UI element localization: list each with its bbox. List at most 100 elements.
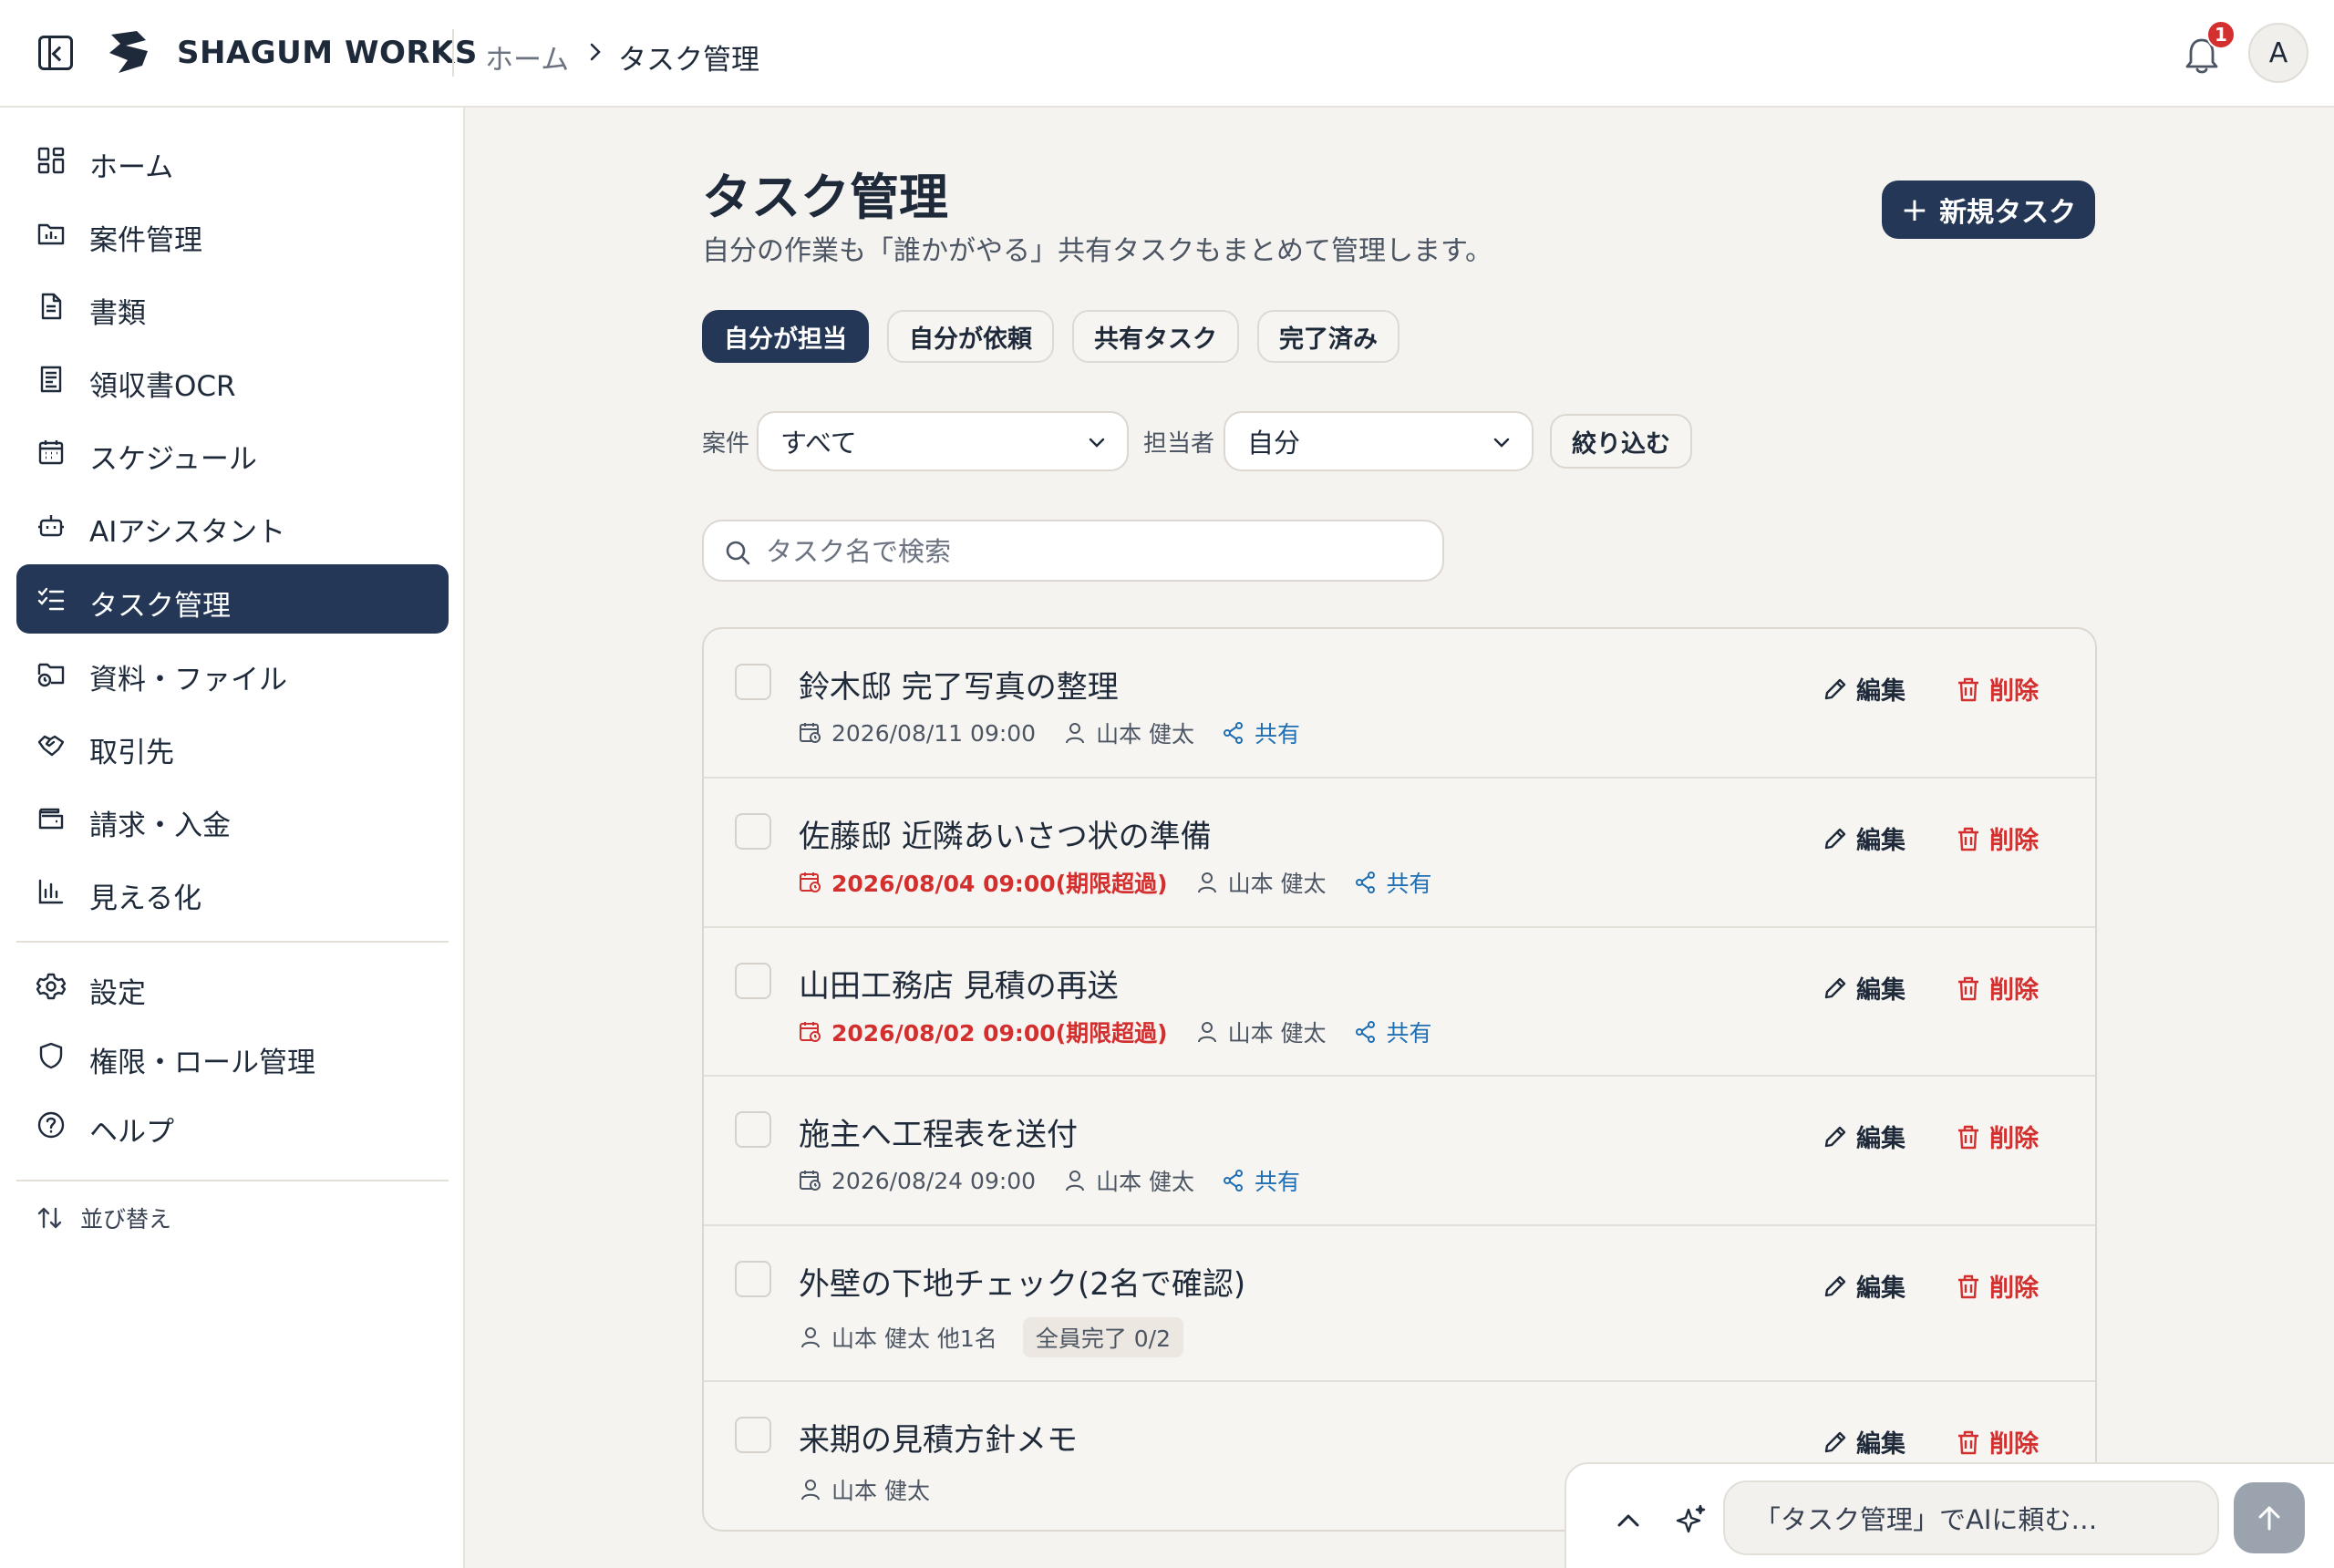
sidebar-item-projects[interactable]: 案件管理 (16, 199, 449, 268)
sidebar-item-schedule[interactable]: スケジュール (16, 418, 449, 487)
delete-button[interactable]: 削除 (1955, 1119, 2039, 1154)
trash-icon (1958, 1274, 1978, 1298)
task-list: 鈴木邸 完了写真の整理 2026/08/11 09:00 山本 健太 共有 編集… (702, 627, 2097, 1532)
sidebar-item-analytics[interactable]: 見える化 (16, 857, 449, 926)
sidebar-item-files[interactable]: 資料・ファイル (16, 638, 449, 707)
wallet-icon (38, 808, 64, 830)
task-shared-badge[interactable]: 共有 (1387, 866, 1432, 899)
sidebar-divider (16, 941, 449, 943)
edit-button[interactable]: 編集 (1822, 820, 1905, 856)
share-icon (1224, 722, 1244, 744)
ai-prompt-input[interactable]: 「タスク管理」でAIに頼む… (1723, 1480, 2219, 1555)
delete-button[interactable]: 削除 (1955, 1424, 2039, 1460)
pencil-icon (1824, 1431, 1846, 1452)
task-title[interactable]: 山田工務店 見積の再送 (799, 961, 1119, 1006)
delete-label: 削除 (1989, 677, 2039, 706)
delete-button[interactable]: 削除 (1955, 970, 2039, 1006)
task-meta: 2026/08/24 09:00 山本 健太 共有 (799, 1164, 1300, 1197)
pencil-icon (1824, 828, 1846, 849)
edit-label: 編集 (1856, 976, 1905, 1005)
task-title[interactable]: 施主へ工程表を送付 (799, 1109, 1078, 1154)
breadcrumb-current: タスク管理 (618, 44, 759, 77)
pencil-icon (1824, 678, 1846, 699)
apply-filter-button[interactable]: 絞り込む (1550, 414, 1692, 469)
shield-icon (39, 1042, 63, 1069)
sidebar-item-clients[interactable]: 取引先 (16, 711, 449, 780)
sidebar-item-tasks[interactable]: タスク管理 (16, 564, 449, 634)
sidebar-item-label: 見える化 (89, 882, 202, 915)
sidebar-item-documents[interactable]: 書類 (16, 272, 449, 341)
completion-badge: 全員完了 0/2 (1022, 1317, 1183, 1357)
tab-shared-tasks[interactable]: 共有タスク (1072, 310, 1239, 363)
task-meta: 2026/08/11 09:00 山本 健太 共有 (799, 717, 1300, 749)
task-assignee: 山本 健太 他1名 (831, 1326, 997, 1352)
sidebar-item-label: ホーム (89, 151, 174, 184)
tab-requested-by-me[interactable]: 自分が依頼 (887, 310, 1054, 363)
task-checkbox[interactable] (735, 963, 771, 999)
calendar-icon (38, 440, 64, 465)
brand-name[interactable]: SHAGUM WORKS (177, 35, 478, 71)
plus-icon: + (1900, 191, 1929, 229)
user-icon (1197, 1022, 1216, 1043)
delete-button[interactable]: 削除 (1955, 671, 2039, 707)
chevron-up-icon[interactable] (1614, 1506, 1643, 1535)
sort-button[interactable]: 並び替え (36, 1202, 171, 1234)
project-select[interactable]: すべて (757, 411, 1129, 471)
header-divider (452, 29, 454, 77)
new-task-button[interactable]: + 新規タスク (1882, 181, 2095, 239)
row-actions: 編集 削除 (1822, 970, 2039, 1006)
handshake-icon (37, 735, 65, 757)
sidebar-item-receipt-ocr[interactable]: 領収書OCR (16, 345, 449, 414)
calendar-clock-icon (800, 872, 821, 892)
sidebar-item-label: 権限・ロール管理 (89, 1047, 315, 1079)
tab-assigned-to-me[interactable]: 自分が担当 (702, 310, 869, 363)
task-checkbox[interactable] (735, 664, 771, 700)
sidebar-item-label: 取引先 (89, 737, 174, 769)
search-input[interactable] (766, 531, 1422, 573)
user-icon (1197, 872, 1216, 893)
sidebar-item-permissions[interactable]: 権限・ロール管理 (16, 1021, 449, 1090)
task-checkbox[interactable] (735, 1111, 771, 1148)
trash-icon (1958, 1125, 1978, 1149)
share-icon (1355, 872, 1375, 893)
edit-button[interactable]: 編集 (1822, 671, 1905, 707)
edit-button[interactable]: 編集 (1822, 1268, 1905, 1304)
edit-label: 編集 (1856, 1125, 1905, 1153)
task-shared-badge[interactable]: 共有 (1255, 1164, 1300, 1197)
sidebar-item-label: タスク管理 (89, 590, 231, 623)
breadcrumb-home[interactable]: ホーム (485, 36, 569, 77)
sidebar-item-home[interactable]: ホーム (16, 126, 449, 195)
document-icon (41, 293, 62, 320)
task-shared-badge[interactable]: 共有 (1255, 717, 1300, 749)
tab-completed[interactable]: 完了済み (1257, 310, 1399, 363)
task-title[interactable]: 来期の見積方針メモ (799, 1415, 1078, 1460)
task-due: 2026/08/04 09:00(期限超過) (831, 871, 1168, 897)
sidebar-item-ai-assistant[interactable]: AIアシスタント (16, 490, 449, 560)
checklist-icon (37, 587, 65, 611)
delete-button[interactable]: 削除 (1955, 820, 2039, 856)
edit-button[interactable]: 編集 (1822, 1424, 1905, 1460)
sidebar-toggle-icon[interactable] (38, 36, 73, 70)
task-checkbox[interactable] (735, 813, 771, 850)
task-checkbox[interactable] (735, 1261, 771, 1297)
task-title[interactable]: 鈴木邸 完了写真の整理 (799, 662, 1119, 707)
trash-icon (1958, 1430, 1978, 1454)
sidebar-item-settings[interactable]: 設定 (16, 952, 449, 1021)
send-button[interactable] (2234, 1482, 2305, 1553)
sidebar-item-billing[interactable]: 請求・入金 (16, 784, 449, 853)
edit-button[interactable]: 編集 (1822, 1119, 1905, 1154)
delete-button[interactable]: 削除 (1955, 1268, 2039, 1304)
task-checkbox[interactable] (735, 1417, 771, 1453)
sidebar-item-help[interactable]: ヘルプ (16, 1090, 449, 1160)
delete-label: 削除 (1989, 1274, 2039, 1303)
chevron-down-icon (1493, 438, 1510, 448)
task-meta: 2026/08/04 09:00(期限超過) 山本 健太 共有 (799, 866, 1432, 899)
row-actions: 編集 削除 (1822, 820, 2039, 856)
assignee-select[interactable]: 自分 (1224, 411, 1534, 471)
task-due: 2026/08/24 09:00 (831, 1167, 1037, 1194)
task-shared-badge[interactable]: 共有 (1387, 1016, 1432, 1048)
task-title[interactable]: 佐藤邸 近隣あいさつ状の準備 (799, 811, 1212, 856)
task-title[interactable]: 外壁の下地チェック(2名で確認) (799, 1259, 1245, 1304)
edit-button[interactable]: 編集 (1822, 970, 1905, 1006)
avatar[interactable]: A (2248, 23, 2308, 83)
